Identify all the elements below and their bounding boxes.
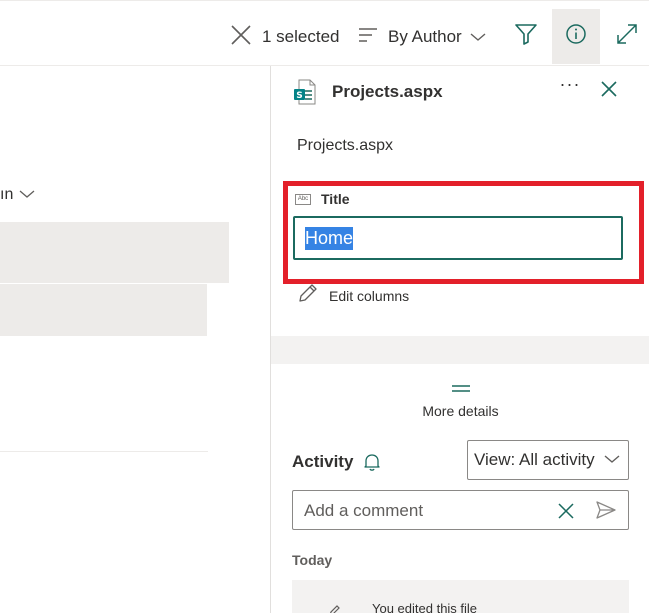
info-pane-button[interactable] [552,9,600,64]
pencil-icon [297,284,329,307]
document-list: ın [0,66,270,613]
clear-selection-button[interactable]: 1 selected [230,15,340,59]
column-header[interactable]: ın [0,186,35,204]
activity-date-group: Today [292,552,333,568]
sort-by-author-button[interactable]: By Author [358,15,496,59]
title-input[interactable]: Home [293,216,623,260]
svg-text:S: S [296,91,302,101]
close-icon [601,80,617,102]
activity-view-value: View: All activity [474,450,595,469]
activity-item-text: You edited this file [372,601,478,613]
command-bar: 1 selected By Author [0,0,649,66]
title-label-text: Title [321,191,350,207]
info-icon [565,23,587,50]
filter-button[interactable] [502,9,550,64]
more-icon: ··· [559,74,581,94]
chevron-down-icon [604,455,620,463]
details-pane: S Projects.aspx ··· Projects.aspx Abc Ti… [270,66,649,613]
more-details-icon[interactable] [451,380,471,392]
more-details-link[interactable]: More details [271,403,649,419]
chevron-down-icon [470,27,496,47]
comment-input[interactable]: Add a comment [292,490,629,530]
pane-title: Projects.aspx [332,82,443,101]
filter-icon [514,23,538,50]
text-field-icon: Abc [295,193,311,205]
expand-button[interactable] [603,9,649,64]
edit-columns-label: Edit columns [329,287,410,304]
title-input-value: Home [305,226,354,250]
column-header-label: ın [0,186,14,203]
comment-placeholder: Add a comment [304,501,424,520]
title-field-label: Abc Title [295,191,350,207]
sort-lines-icon [358,27,388,48]
details-pane-header: S Projects.aspx ··· [271,66,649,124]
divider [0,451,208,452]
close-icon [230,24,252,51]
send-icon[interactable] [596,501,616,524]
close-pane-button[interactable] [596,78,622,104]
edit-columns-link[interactable]: Edit columns [297,284,409,307]
bell-icon[interactable] [362,452,382,477]
activity-heading: Activity [292,452,354,471]
clear-comment-icon[interactable] [557,502,575,525]
list-row[interactable] [0,284,207,336]
section-separator [271,336,649,364]
pencil-icon [328,603,342,613]
file-name: Projects.aspx [297,137,394,154]
more-options-button[interactable]: ··· [555,74,585,102]
activity-item: You edited this file [292,580,629,613]
sharepoint-page-icon: S [293,79,317,110]
chevron-down-icon [13,186,35,204]
activity-view-select[interactable]: View: All activity [467,440,629,480]
sort-label: By Author [388,27,462,46]
expand-icon [616,23,638,50]
list-row[interactable] [0,222,229,283]
selection-count: 1 selected [262,27,340,46]
